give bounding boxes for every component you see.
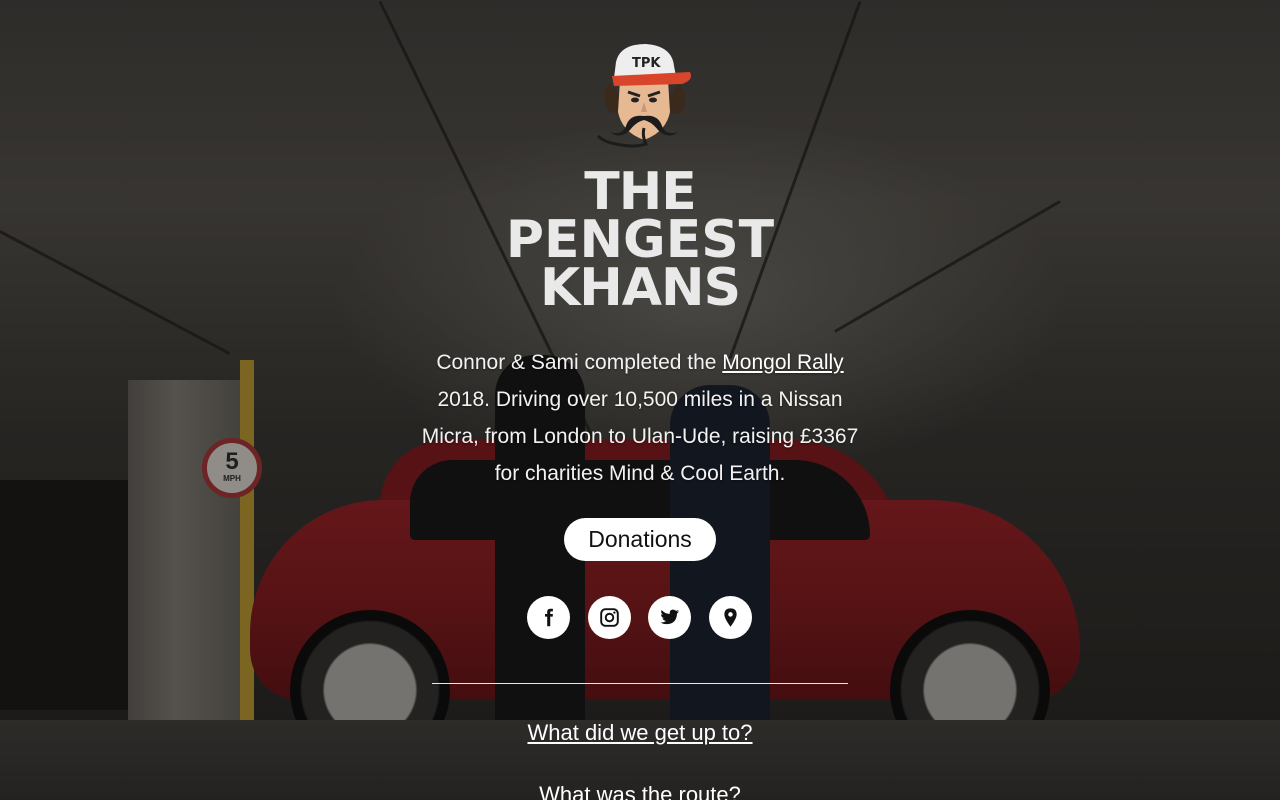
hero: TPK The Pengest Khans Connor & Sami comp… <box>0 0 1280 800</box>
instagram-icon <box>600 608 619 627</box>
site-wordmark: The Pengest Khans <box>480 162 800 323</box>
intro-text-start: Connor & Sami completed the <box>436 351 723 374</box>
tpk-logo: TPK <box>586 32 702 150</box>
intro-text-end: 2018. Driving over 10,500 miles in a Nis… <box>421 388 859 485</box>
wordmark-line-1: The <box>584 162 697 222</box>
twitter-icon <box>660 609 680 625</box>
what-did-we-get-up-to-link[interactable]: What did we get up to? <box>440 720 840 746</box>
map-link[interactable] <box>709 596 752 639</box>
map-pin-icon <box>724 608 737 627</box>
khan-face-icon: TPK <box>596 44 691 148</box>
mongol-rally-link[interactable]: Mongol Rally <box>722 351 843 374</box>
twitter-link[interactable] <box>648 596 691 639</box>
facebook-icon <box>545 608 553 627</box>
wordmark-line-3: Khans <box>539 258 741 318</box>
donations-button[interactable]: Donations <box>564 518 716 561</box>
what-was-the-route-link[interactable]: What was the route? <box>440 782 840 800</box>
facebook-link[interactable] <box>527 596 570 639</box>
intro-paragraph: Connor & Sami completed the Mongol Rally… <box>420 344 860 492</box>
wordmark-line-2: Pengest <box>505 210 775 270</box>
logo-initials: TPK <box>632 56 661 71</box>
section-divider <box>432 683 848 684</box>
instagram-link[interactable] <box>588 596 631 639</box>
